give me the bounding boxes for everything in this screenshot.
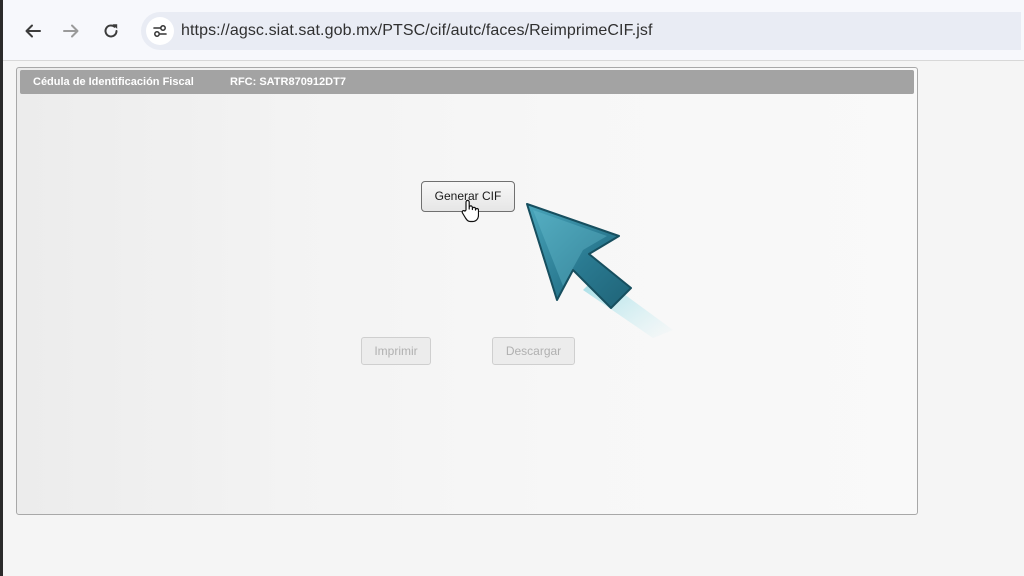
tune-icon	[153, 25, 167, 37]
forward-button[interactable]	[58, 18, 84, 44]
address-bar[interactable]: https://agsc.siat.sat.gob.mx/PTSC/cif/au…	[141, 12, 1021, 50]
rfc-label: RFC: SATR870912DT7	[230, 76, 346, 88]
panel-header: Cédula de Identificación Fiscal RFC: SAT…	[20, 70, 914, 94]
descargar-button[interactable]: Descargar	[492, 337, 575, 365]
arrow-right-icon	[63, 24, 79, 38]
back-button[interactable]	[20, 18, 46, 44]
reload-icon	[104, 24, 118, 38]
pointer-arrow-icon	[526, 203, 673, 338]
reload-button[interactable]	[98, 18, 124, 44]
screen-frame: https://agsc.siat.sat.gob.mx/PTSC/cif/au…	[0, 0, 1024, 576]
cif-panel: Cédula de Identificación Fiscal RFC: SAT…	[16, 67, 918, 515]
hand-cursor-icon	[461, 199, 479, 223]
imprimir-button[interactable]: Imprimir	[361, 337, 431, 365]
url-text[interactable]: https://agsc.siat.sat.gob.mx/PTSC/cif/au…	[181, 22, 653, 40]
site-info-button[interactable]	[146, 17, 174, 45]
panel-title: Cédula de Identificación Fiscal	[33, 76, 194, 88]
browser-toolbar: https://agsc.siat.sat.gob.mx/PTSC/cif/au…	[3, 0, 1024, 61]
arrow-left-icon	[25, 24, 41, 38]
